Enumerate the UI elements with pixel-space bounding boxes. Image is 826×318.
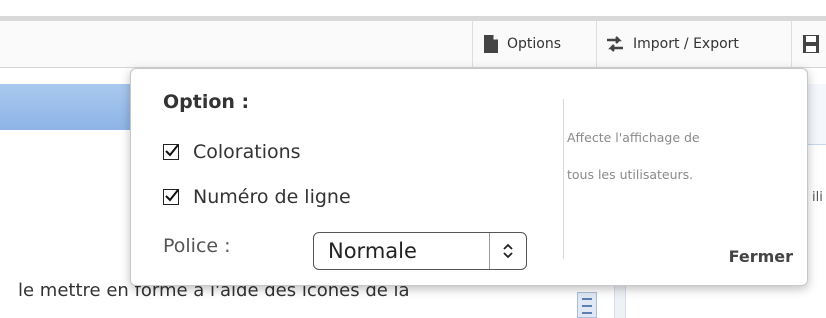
colorations-label: Colorations	[193, 141, 301, 163]
font-select[interactable]: Normale	[313, 232, 527, 270]
toolbar: Options Import / Export	[0, 21, 826, 68]
list-icon[interactable]	[577, 292, 597, 318]
swap-arrows-icon	[605, 35, 625, 53]
up-down-chevron-icon	[489, 233, 526, 269]
import-export-button[interactable]: Import / Export	[596, 21, 791, 67]
popover-title: Option :	[163, 91, 250, 113]
close-button[interactable]: Fermer	[729, 247, 793, 266]
line-number-checkbox-row[interactable]: Numéro de ligne	[163, 186, 351, 208]
font-label: Police :	[163, 235, 231, 257]
font-select-value: Normale	[328, 239, 417, 263]
document-icon	[483, 34, 499, 54]
colorations-checkbox-row[interactable]: Colorations	[163, 141, 301, 163]
popover-note: Affecte l'affichage de tous les utilisat…	[567, 119, 787, 193]
options-button[interactable]: Options	[472, 21, 596, 67]
note-line-1: Affecte l'affichage de	[567, 130, 700, 145]
right-pane-text: ili	[812, 190, 823, 205]
line-number-label: Numéro de ligne	[193, 186, 351, 208]
save-button[interactable]	[791, 21, 826, 67]
top-strip	[0, 0, 826, 16]
colorations-checkbox[interactable]	[163, 144, 179, 160]
import-export-label: Import / Export	[633, 36, 739, 52]
line-number-checkbox[interactable]	[163, 189, 179, 205]
popover-separator	[563, 99, 564, 259]
options-label: Options	[507, 36, 562, 52]
options-popover: Option : Colorations Numéro de ligne Pol…	[130, 68, 808, 286]
note-line-2: tous les utilisateurs.	[567, 167, 694, 182]
floppy-disk-icon	[802, 34, 820, 54]
